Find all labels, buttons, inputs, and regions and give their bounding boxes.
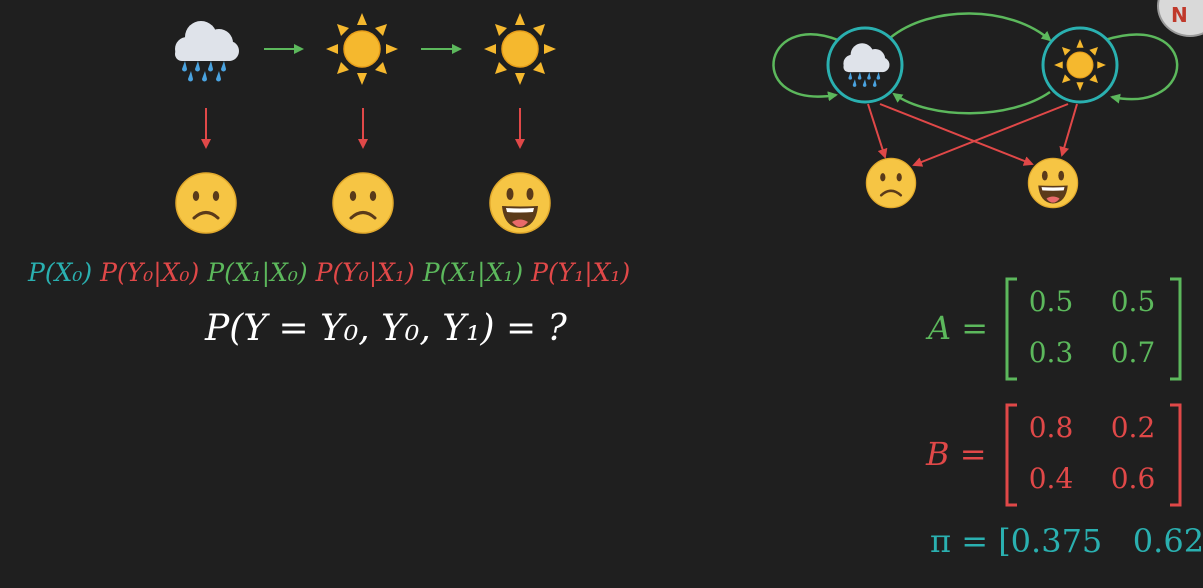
sad-face-icon <box>331 171 395 235</box>
pi-label: π = <box>930 522 989 560</box>
matrix-a-cell: 0.7 <box>1110 336 1156 369</box>
probability-term: P(Y₁|X₁) <box>531 258 631 287</box>
sun-icon <box>483 12 557 86</box>
rain-cloud-icon <box>175 21 239 82</box>
transition-sun-to-rain <box>892 90 1051 115</box>
sun-icon <box>325 12 399 86</box>
initial-distribution: π = [0.375 0.625] <box>930 522 1203 560</box>
hidden-state-0 <box>175 21 239 82</box>
matrix-a-cell: 0.5 <box>1110 285 1156 318</box>
probability-term: P(Y₀|X₀) <box>100 258 200 287</box>
hidden-state-2 <box>483 12 557 86</box>
happy-face-icon <box>1027 157 1079 209</box>
happy-face-icon <box>489 172 551 234</box>
matrix-a-cell: 0.3 <box>1028 336 1074 369</box>
matrix-b-cell: 0.4 <box>1028 462 1074 495</box>
matrix-b-cell: 0.8 <box>1028 411 1074 444</box>
matrix-a-cell: 0.5 <box>1028 285 1074 318</box>
matrix-b-cell: 0.6 <box>1110 462 1156 495</box>
joint-probability-question: P(Y = Y₀, Y₀, Y₁) = ? <box>205 308 567 349</box>
matrix-a-label: A = <box>928 309 989 347</box>
probability-term: P(X₀) <box>28 258 93 287</box>
sad-face-icon <box>174 171 238 235</box>
matrix-b-label: B = <box>926 435 987 473</box>
hidden-state-1 <box>325 12 399 86</box>
pi-value: 0.375 <box>1010 522 1103 560</box>
probability-term: P(Y₀|X₁) <box>315 258 415 287</box>
transition-rain-to-sun <box>889 12 1052 42</box>
state-node-sun <box>1041 26 1119 104</box>
emission-rain-sad <box>867 103 888 159</box>
matrix-b-cell: 0.2 <box>1110 411 1156 444</box>
sad-face-icon <box>865 157 917 209</box>
probability-term: P(X₁|X₁) <box>422 258 524 287</box>
state-graph <box>772 12 1179 209</box>
state-node-rain <box>826 26 904 104</box>
probability-chain: P(X₀) P(Y₀|X₀) P(X₁|X₀) P(Y₀|X₁) P(X₁|X₁) P(Y… <box>28 258 638 287</box>
probability-term: P(X₁|X₀) <box>207 258 308 287</box>
emission-sun-happy <box>1059 103 1078 157</box>
pi-value: 0.625 <box>1132 522 1203 560</box>
